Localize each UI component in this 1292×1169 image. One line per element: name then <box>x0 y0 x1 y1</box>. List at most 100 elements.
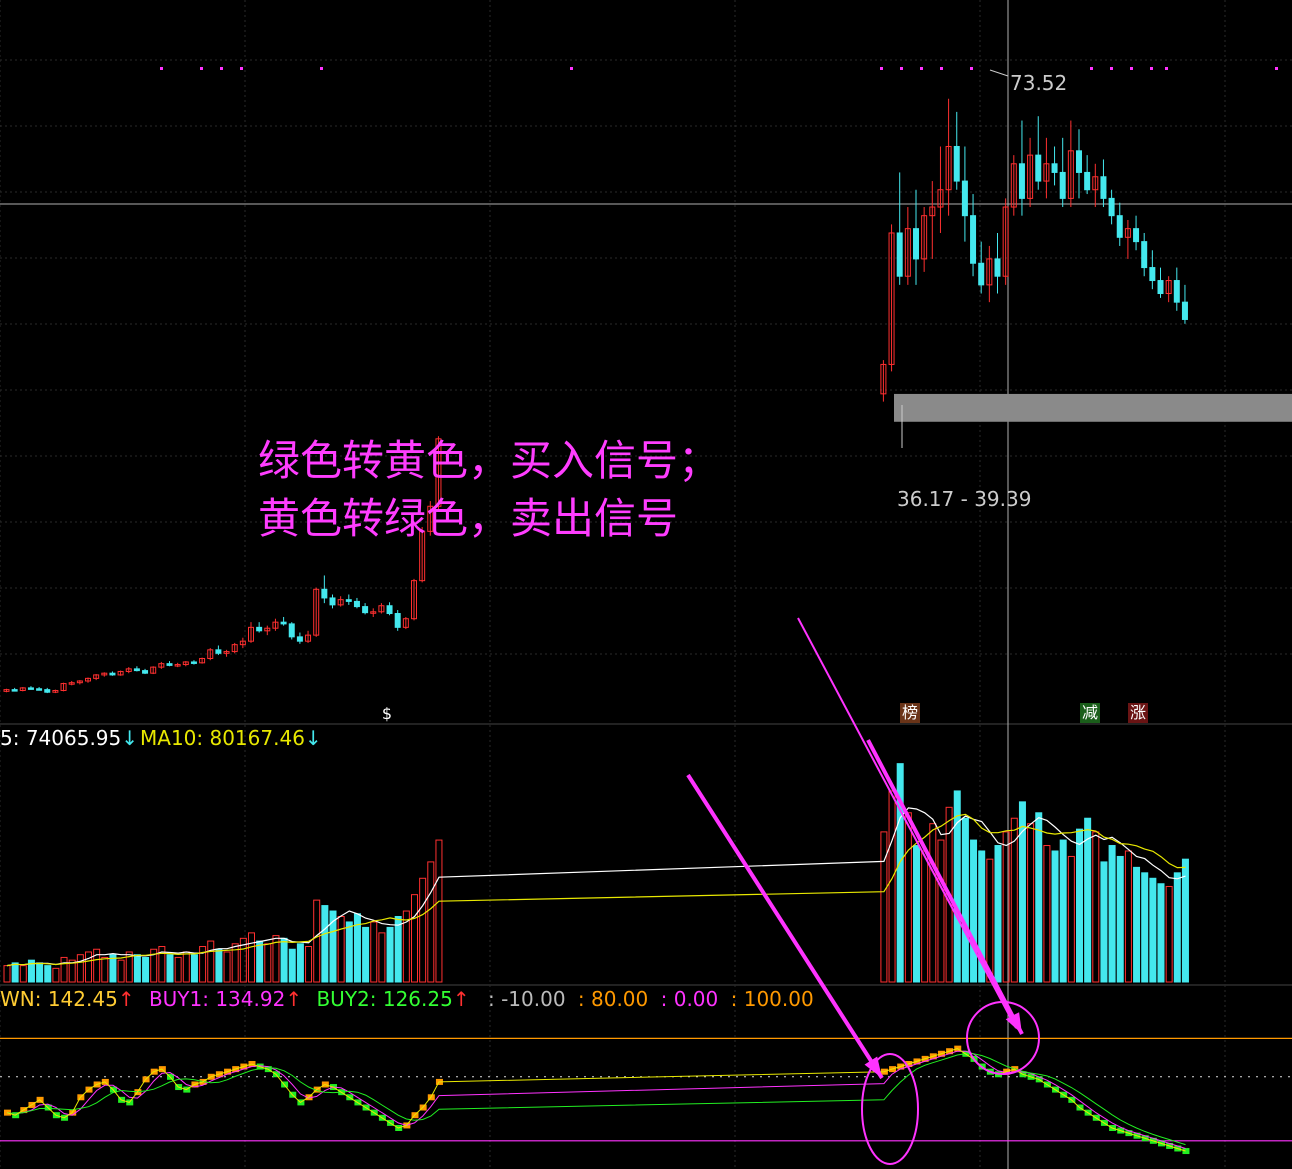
candle-body <box>1157 280 1164 295</box>
volume-ma10-legend: MA10: 80167.46↓ <box>140 726 322 750</box>
marker-dollar[interactable]: $ <box>377 704 397 724</box>
volume-ma5-legend: 5: 74065.95↓ <box>0 726 138 750</box>
candle-body <box>329 597 336 606</box>
volume-ma10-value: MA10: 80167.46 <box>140 726 305 750</box>
legend-buy2: BUY2: 126.25 <box>316 987 453 1011</box>
buy2-line <box>6 1053 1186 1146</box>
volume-bar <box>419 877 427 983</box>
volume-bar <box>11 962 19 983</box>
volume-bar <box>1035 812 1043 983</box>
volume-bar <box>994 845 1002 983</box>
candle-body <box>1076 150 1082 173</box>
top-signal-dot <box>920 67 923 70</box>
volume-ma5-arrow: ↓ <box>121 726 139 750</box>
volume-bar <box>386 926 394 983</box>
legend-buy2-arrow: ↑ <box>452 987 470 1011</box>
candle-body <box>142 670 149 674</box>
top-signal-dot <box>220 67 223 70</box>
candle-body <box>913 228 919 260</box>
candle-body <box>133 668 140 672</box>
candle-body <box>11 689 18 692</box>
volume-bar <box>913 845 920 983</box>
marker-rise[interactable]: 涨 <box>1128 703 1148 723</box>
volume-bar <box>1092 831 1100 983</box>
marker-reduce[interactable]: 减 <box>1080 703 1100 723</box>
candle-body <box>970 215 977 264</box>
volume-bar <box>248 932 255 983</box>
top-signal-dot <box>970 67 973 70</box>
volume-bar <box>370 921 378 983</box>
volume-bar <box>190 954 198 983</box>
volume-bar <box>305 946 313 983</box>
price-gap-band <box>894 393 1292 422</box>
volume-bar <box>101 956 109 983</box>
legend-level-100: : 100.00 <box>730 987 814 1011</box>
peak-price-label: 73.52 <box>1010 71 1068 95</box>
candle-body <box>961 180 968 217</box>
candle-body <box>353 600 360 608</box>
top-signal-dot <box>570 67 573 70</box>
legend-buy1: BUY1: 134.92 <box>148 987 286 1011</box>
candle-body <box>256 626 263 632</box>
candle-body <box>190 661 197 664</box>
top-signal-dot <box>320 67 323 70</box>
volume-bar <box>52 967 60 983</box>
candle-body <box>1059 171 1066 199</box>
peak-pointer <box>989 69 1009 77</box>
candle-body <box>1035 154 1042 182</box>
candle-body <box>1100 176 1107 199</box>
buy1-line <box>6 1050 1186 1149</box>
volume-bar <box>1149 877 1157 983</box>
volume-bar <box>223 951 231 983</box>
candle-body <box>1133 228 1140 243</box>
volume-bar <box>321 905 329 983</box>
volume-bar <box>986 858 994 983</box>
annotation-line-sell: 黄色转绿色，卖出信号 <box>258 494 679 543</box>
volume-bar <box>207 940 215 983</box>
candle-body <box>1018 163 1025 199</box>
wn-line <box>6 1048 1186 1152</box>
volume-bar <box>953 790 961 983</box>
volume-bar <box>280 937 288 983</box>
volume-bar <box>142 956 150 983</box>
indicator-block <box>1182 1148 1190 1155</box>
candle-body <box>1051 163 1058 173</box>
volume-bar <box>1116 855 1124 983</box>
volume-bar <box>888 790 896 983</box>
top-signal-dot <box>1130 67 1133 70</box>
volume-bar <box>19 965 27 983</box>
top-signal-dot <box>200 67 203 70</box>
legend-wn: WN: 142.45 <box>0 987 118 1011</box>
volume-bar <box>60 956 68 983</box>
volume-bar <box>427 861 435 983</box>
chart-stage: 绿色转黄色，买入信号； 黄色转绿色，卖出信号 73.52 36.17 - 39.… <box>0 0 1292 1169</box>
candle-body <box>1108 197 1115 217</box>
volume-bar <box>337 915 345 983</box>
candle-body <box>280 621 287 625</box>
volume-bar <box>76 954 84 983</box>
volume-bar <box>1051 850 1059 983</box>
top-signal-dot <box>1165 67 1168 70</box>
candle-body <box>1116 215 1123 238</box>
volume-bar <box>362 926 370 983</box>
volume-bar <box>435 839 443 983</box>
volume-bar <box>1043 845 1051 983</box>
volume-ma10-arrow: ↓ <box>304 726 322 750</box>
volume-bar <box>961 817 969 983</box>
candle-body <box>394 613 401 628</box>
volume-bar <box>394 915 402 983</box>
volume-bar <box>345 921 353 983</box>
volume-bar <box>3 965 11 983</box>
indicator-legend: WN: 142.45↑ BUY1: 134.92↑ BUY2: 126.25↑ … <box>0 987 814 1011</box>
volume-bar <box>288 948 296 983</box>
gap-range-label: 36.17 - 39.39 <box>897 487 1032 511</box>
volume-ma5-value: 5: 74065.95 <box>0 726 122 750</box>
volume-bar <box>174 956 182 983</box>
top-signal-dot <box>160 67 163 70</box>
volume-bar <box>1027 823 1035 983</box>
marker-bang[interactable]: 榜 <box>900 703 920 723</box>
volume-bar <box>1067 855 1075 983</box>
candle-body <box>27 687 34 690</box>
volume-bar <box>1181 858 1189 983</box>
candle-body <box>215 649 222 654</box>
